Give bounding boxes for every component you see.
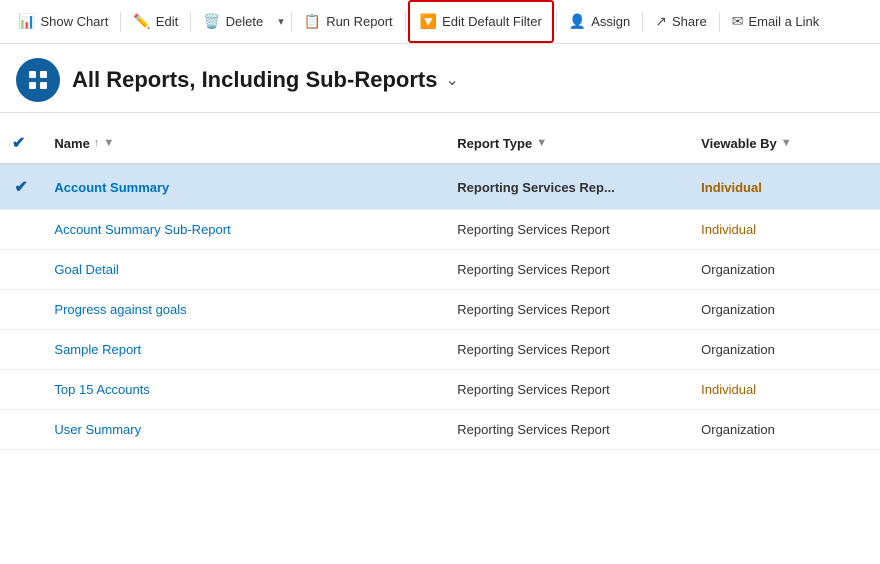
- separator-7: [719, 12, 720, 32]
- page-title: All Reports, Including Sub-Reports: [72, 67, 437, 93]
- row-report-type-cell: Reporting Services Report: [445, 290, 689, 330]
- trash-icon: 🗑️: [203, 13, 220, 30]
- separator-1: [120, 12, 121, 32]
- row-viewable-by-cell: Individual: [689, 370, 880, 410]
- col-header-report-type: Report Type ▼: [445, 123, 689, 164]
- table-row[interactable]: Goal Detail Reporting Services ReportOrga…: [0, 250, 880, 290]
- row-check-cell[interactable]: [0, 210, 42, 250]
- email-icon: ✉: [732, 13, 744, 30]
- report-name-link[interactable]: Account Summary: [54, 180, 169, 195]
- row-report-type-cell: Reporting Services Report: [445, 250, 689, 290]
- row-check-cell[interactable]: [0, 290, 42, 330]
- table-row[interactable]: Top 15 Accounts Reporting Services Report…: [0, 370, 880, 410]
- assign-icon: 👤: [569, 13, 586, 30]
- separator-3: [291, 12, 292, 32]
- share-button[interactable]: ↗ Share: [645, 0, 716, 43]
- page-icon: [16, 58, 60, 102]
- table-row[interactable]: User Summary Reporting Services ReportOrg…: [0, 410, 880, 450]
- reports-table-container: ✔ Name ↑ ▼ Report Type ▼: [0, 123, 880, 564]
- delete-button[interactable]: 🗑️ Delete: [193, 0, 273, 43]
- filter-icon: 🔽: [420, 13, 437, 30]
- report-name-link[interactable]: Top 15 Accounts: [54, 382, 149, 397]
- report-name-link[interactable]: Goal Detail: [54, 262, 118, 277]
- report-name-link[interactable]: Account Summary Sub-Report: [54, 222, 230, 237]
- report-name-link[interactable]: Sample Report: [54, 342, 141, 357]
- col-header-name: Name ↑ ▼: [42, 123, 445, 164]
- row-viewable-by-cell: Individual: [689, 164, 880, 210]
- toolbar: 📊 Show Chart ✏️ Edit 🗑️ Delete ▾ 📋 Run R…: [0, 0, 880, 44]
- show-chart-button[interactable]: 📊 Show Chart: [8, 0, 118, 43]
- separator-2: [190, 12, 191, 32]
- row-viewable-by-cell: Organization: [689, 330, 880, 370]
- row-name-cell: Top 15 Accounts: [42, 370, 445, 410]
- edit-button[interactable]: ✏️ Edit: [123, 0, 188, 43]
- row-name-cell: Account Summary Sub-Report: [42, 210, 445, 250]
- row-name-cell: Goal Detail: [42, 250, 445, 290]
- separator-6: [642, 12, 643, 32]
- row-check-cell[interactable]: [0, 410, 42, 450]
- type-filter-icon[interactable]: ▼: [536, 137, 547, 149]
- table-row[interactable]: Account Summary Sub-Report Reporting Serv…: [0, 210, 880, 250]
- report-name-link[interactable]: Progress against goals: [54, 302, 186, 317]
- email-link-button[interactable]: ✉ Email a Link: [722, 0, 830, 43]
- table-row[interactable]: ✔ Account Summary Reporting Services Rep..…: [0, 164, 880, 210]
- table-header-row: ✔ Name ↑ ▼ Report Type ▼: [0, 123, 880, 164]
- separator-5: [556, 12, 557, 32]
- table-row[interactable]: Sample Report Reporting Services ReportOr…: [0, 330, 880, 370]
- row-viewable-by-cell: Organization: [689, 250, 880, 290]
- chart-icon: 📊: [18, 13, 35, 30]
- report-name-link[interactable]: User Summary: [54, 422, 141, 437]
- run-report-button[interactable]: 📋 Run Report: [294, 0, 403, 43]
- row-report-type-cell: Reporting Services Report: [445, 370, 689, 410]
- row-check-cell[interactable]: [0, 370, 42, 410]
- row-report-type-cell: Reporting Services Report: [445, 330, 689, 370]
- viewable-filter-icon[interactable]: ▼: [781, 137, 792, 149]
- row-report-type-cell: Reporting Services Rep...: [445, 164, 689, 210]
- row-name-cell: User Summary: [42, 410, 445, 450]
- row-viewable-by-cell: Individual: [689, 210, 880, 250]
- run-icon: 📋: [304, 13, 321, 30]
- row-report-type-cell: Reporting Services Report: [445, 210, 689, 250]
- name-sort-icon[interactable]: ↑: [94, 137, 100, 149]
- name-filter-icon[interactable]: ▼: [103, 137, 114, 149]
- row-check-cell[interactable]: [0, 330, 42, 370]
- edit-icon: ✏️: [133, 13, 150, 30]
- page-header: All Reports, Including Sub-Reports ⌄: [0, 44, 880, 113]
- row-name-cell: Account Summary: [42, 164, 445, 210]
- edit-default-filter-button[interactable]: 🔽 Edit Default Filter: [408, 0, 554, 43]
- row-check-cell[interactable]: [0, 250, 42, 290]
- col-header-check: ✔: [0, 123, 42, 164]
- reports-table: ✔ Name ↑ ▼ Report Type ▼: [0, 123, 880, 450]
- page-title-area: All Reports, Including Sub-Reports ⌄: [72, 67, 459, 93]
- col-header-viewable-by: Viewable By ▼: [689, 123, 880, 164]
- assign-button[interactable]: 👤 Assign: [559, 0, 640, 43]
- row-report-type-cell: Reporting Services Report: [445, 410, 689, 450]
- row-viewable-by-cell: Organization: [689, 410, 880, 450]
- row-name-cell: Progress against goals: [42, 290, 445, 330]
- share-icon: ↗: [655, 13, 667, 30]
- more-actions-button[interactable]: ▾: [273, 0, 289, 43]
- row-name-cell: Sample Report: [42, 330, 445, 370]
- row-viewable-by-cell: Organization: [689, 290, 880, 330]
- table-body: ✔ Account Summary Reporting Services Rep..…: [0, 164, 880, 450]
- table-row[interactable]: Progress against goals Reporting Services…: [0, 290, 880, 330]
- separator-4: [405, 12, 406, 32]
- title-dropdown-icon[interactable]: ⌄: [445, 70, 458, 90]
- row-check-cell[interactable]: ✔: [0, 164, 42, 210]
